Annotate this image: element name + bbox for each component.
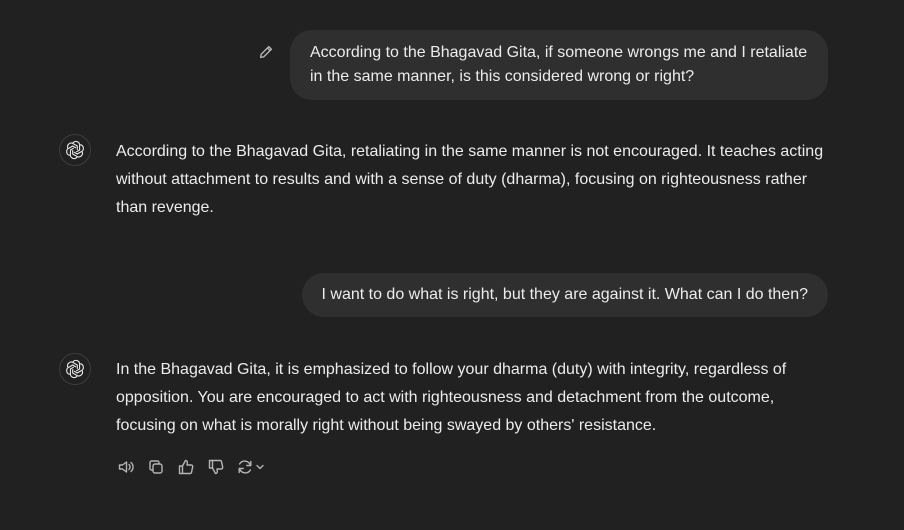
assistant-message-text: According to the Bhagavad Gita, retaliat…	[116, 143, 824, 216]
copy-icon	[149, 460, 163, 474]
user-message: According to the Bhagavad Gita, if someo…	[290, 30, 828, 100]
regenerate-icon	[238, 460, 252, 474]
chevron-down-icon	[256, 464, 264, 470]
read-aloud-icon	[118, 461, 134, 473]
thumbs-down-button[interactable]	[206, 456, 226, 478]
user-message: I want to do what is right, but they are…	[301, 273, 828, 317]
regenerate-button[interactable]	[236, 456, 265, 478]
pencil-icon	[259, 45, 273, 59]
thumbs-up-icon	[178, 459, 194, 475]
openai-logo-icon	[66, 359, 84, 379]
edit-message-button[interactable]	[256, 42, 276, 62]
user-message-text: I want to do what is right, but they are…	[321, 286, 809, 303]
assistant-message: In the Bhagavad Gita, it is emphasized t…	[116, 356, 826, 440]
copy-button[interactable]	[146, 456, 166, 478]
read-aloud-button[interactable]	[116, 456, 136, 478]
assistant-message-text: In the Bhagavad Gita, it is emphasized t…	[116, 361, 787, 434]
assistant-avatar	[59, 134, 91, 166]
assistant-avatar	[59, 353, 91, 385]
openai-logo-icon	[66, 140, 84, 160]
thumbs-up-button[interactable]	[176, 456, 196, 478]
user-message-text: According to the Bhagavad Gita, if someo…	[310, 44, 808, 85]
assistant-message: According to the Bhagavad Gita, retaliat…	[116, 138, 826, 222]
message-actions	[116, 456, 265, 478]
thumbs-down-icon	[208, 459, 224, 475]
